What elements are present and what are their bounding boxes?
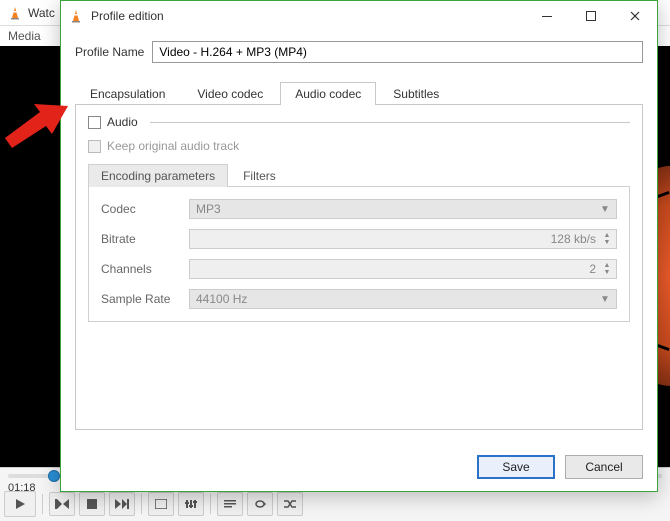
main-window-title: Watc [28,6,55,20]
bitrate-spinbox[interactable]: 128 kb/s ▲▼ [189,229,617,249]
playlist-button[interactable] [217,492,243,516]
extended-settings-button[interactable] [178,492,204,516]
channels-spinbox[interactable]: 2 ▲▼ [189,259,617,279]
inner-tab-encoding[interactable]: Encoding parameters [88,164,228,187]
next-button[interactable] [109,492,135,516]
inner-tab-filters[interactable]: Filters [230,164,289,187]
shuffle-button[interactable] [277,492,303,516]
maximize-button[interactable] [569,2,613,30]
tab-video-codec[interactable]: Video codec [182,82,278,105]
tab-audio-codec[interactable]: Audio codec [280,82,376,105]
dialog-titlebar: Profile edition [61,1,657,31]
samplerate-combo[interactable]: 44100 Hz ▼ [189,289,617,309]
close-button[interactable] [613,2,657,30]
minimize-button[interactable] [525,2,569,30]
tab-content: Audio Keep original audio track Encoding… [75,104,643,430]
samplerate-label: Sample Rate [101,292,181,306]
profile-edition-dialog: Profile edition Profile Name Encapsulati… [60,0,658,492]
vlc-cone-icon [8,6,22,20]
vlc-cone-icon [69,9,83,23]
codec-value: MP3 [196,202,221,216]
tab-subtitles[interactable]: Subtitles [378,82,454,105]
tab-encapsulation[interactable]: Encapsulation [75,82,180,105]
cancel-button[interactable]: Cancel [565,455,643,479]
codec-combo[interactable]: MP3 ▼ [189,199,617,219]
prev-button[interactable] [49,492,75,516]
dialog-footer: Save Cancel [61,445,657,491]
chevron-down-icon: ▼ [598,204,612,215]
chevron-down-icon: ▼ [598,294,612,305]
bitrate-value: 128 kb/s [196,232,600,246]
profile-name-input[interactable] [152,41,643,63]
loop-button[interactable] [247,492,273,516]
audio-checkbox-label: Audio [107,115,138,129]
audio-checkbox[interactable] [88,116,101,129]
menu-media[interactable]: Media [8,29,41,43]
profile-name-label: Profile Name [75,45,144,59]
codec-tabrow: Encapsulation Video codec Audio codec Su… [75,81,643,104]
bitrate-label: Bitrate [101,232,181,246]
stop-button[interactable] [79,492,105,516]
keep-original-checkbox [88,140,101,153]
samplerate-value: 44100 Hz [196,292,247,306]
inner-tabrow: Encoding parameters Filters [88,163,630,186]
dialog-title: Profile edition [91,9,164,23]
stepper-icon: ▲▼ [600,231,614,247]
seek-knob[interactable] [48,470,60,482]
keep-original-label: Keep original audio track [107,139,239,153]
channels-value: 2 [196,262,600,276]
stepper-icon: ▲▼ [600,261,614,277]
codec-label: Codec [101,202,181,216]
play-button[interactable] [4,491,36,517]
save-button[interactable]: Save [477,455,555,479]
divider [150,122,630,123]
encoding-parameters-panel: Codec MP3 ▼ Bitrate 128 kb/s ▲▼ [88,186,630,322]
channels-label: Channels [101,262,181,276]
fullscreen-button[interactable] [148,492,174,516]
